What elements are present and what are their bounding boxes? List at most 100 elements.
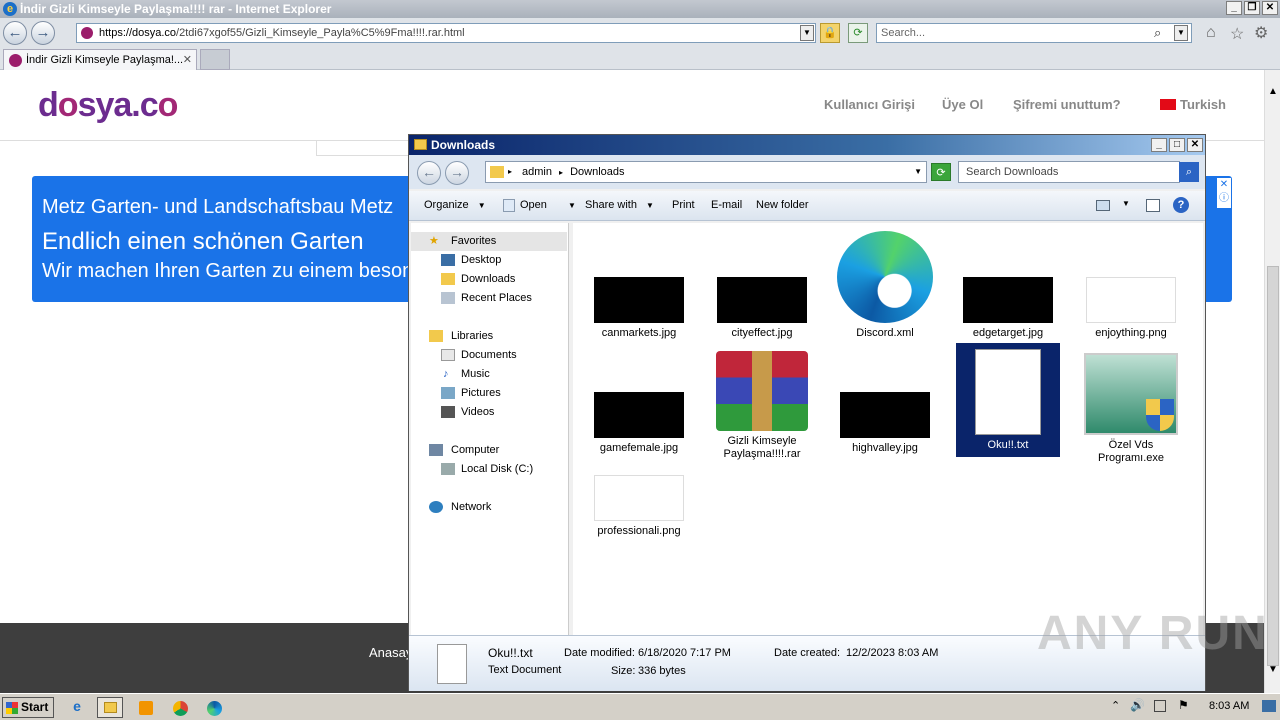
nav-recent-places[interactable]: Recent Places <box>411 289 567 308</box>
tray-expand-icon[interactable]: ⌃ <box>1111 699 1120 712</box>
file-item[interactable]: edgetarget.jpg <box>956 277 1060 340</box>
nav-computer[interactable]: Computer <box>411 441 567 460</box>
details-modified-value: 6/18/2020 7:17 PM <box>638 647 731 659</box>
file-item[interactable]: professionali.png <box>587 475 691 538</box>
address-bar[interactable]: https://dosya.co/2tdi67xgof55/Gizli_Kims… <box>76 23 816 43</box>
close-tab-icon[interactable]: ✕ <box>183 50 192 70</box>
tab-dosya[interactable]: İndir Gizli Kimseyle Paylaşma!... ✕ <box>3 49 197 70</box>
ad-line-1: Metz Garten- und Landschaftsbau Metz <box>42 196 394 218</box>
scroll-up-icon[interactable]: ▲ <box>1268 86 1278 97</box>
explorer-search-icon[interactable]: ⌕ <box>1179 162 1199 182</box>
address-dropdown-icon[interactable]: ▼ <box>800 25 814 41</box>
text-document-icon <box>975 349 1041 435</box>
taskbar-ie-icon[interactable]: e <box>64 697 90 718</box>
preview-pane-icon[interactable] <box>1146 199 1160 212</box>
login-link[interactable]: Kullanıcı Girişi <box>824 97 915 112</box>
nav-documents[interactable]: Documents <box>411 346 567 365</box>
breadcrumb-admin[interactable]: admin <box>522 166 552 178</box>
organize-menu[interactable]: Organize ▼ <box>424 199 486 211</box>
action-center-flag-icon[interactable]: ⚑ <box>1178 698 1189 712</box>
file-item[interactable]: Gizli Kimseyle Paylaşma!!!!.rar <box>710 351 814 461</box>
explorer-search-input[interactable]: Search Downloads ⌕ <box>958 161 1199 183</box>
minimize-button[interactable]: _ <box>1226 1 1242 15</box>
nav-downloads[interactable]: Downloads <box>411 270 567 289</box>
file-item[interactable]: enjoything.png <box>1079 277 1183 340</box>
ie-search-input[interactable]: Search... <box>876 23 1192 43</box>
explorer-maximize-button[interactable]: □ <box>1169 138 1185 152</box>
search-dropdown-icon[interactable]: ▼ <box>1174 25 1188 41</box>
view-dropdown-icon[interactable]: ▼ <box>1122 199 1130 208</box>
gear-icon[interactable]: ⚙ <box>1254 23 1268 43</box>
nav-local-disk[interactable]: Local Disk (C:) <box>411 460 567 479</box>
nav-music[interactable]: ♪ Music <box>411 365 567 384</box>
nav-libraries[interactable]: Libraries <box>411 327 567 346</box>
home-icon[interactable]: ⌂ <box>1206 24 1216 42</box>
favorites-star-icon[interactable]: ☆ <box>1230 24 1244 44</box>
explorer-minimize-button[interactable]: _ <box>1151 138 1167 152</box>
clock[interactable]: 8:03 AM <box>1209 700 1249 712</box>
file-item[interactable]: cityeffect.jpg <box>710 277 814 340</box>
file-name: edgetarget.jpg <box>972 327 1044 339</box>
breadcrumb-downloads[interactable]: Downloads <box>570 166 624 178</box>
search-icon[interactable]: ⌕ <box>1154 25 1161 41</box>
open-button[interactable]: Open ▼ <box>520 199 576 211</box>
share-with-menu[interactable]: Share with ▼ <box>585 199 654 211</box>
taskbar-chrome-icon[interactable] <box>167 697 193 718</box>
taskbar-edge-icon[interactable] <box>201 697 227 718</box>
lock-icon[interactable]: 🔒 <box>820 23 840 43</box>
downloads-icon <box>441 273 455 285</box>
help-icon[interactable]: ? <box>1173 197 1189 213</box>
back-button[interactable]: ← <box>3 21 27 45</box>
disk-icon <box>441 463 455 475</box>
network-tray-icon[interactable] <box>1154 700 1166 712</box>
dosya-logo[interactable]: dosya.co <box>38 86 178 125</box>
close-button[interactable]: ✕ <box>1262 1 1278 15</box>
taskbar-media-player-icon[interactable] <box>133 697 159 718</box>
new-tab-button[interactable] <box>200 49 230 70</box>
window-title: İndir Gizli Kimseyle Paylaşma!!!! rar - … <box>20 2 332 16</box>
nav-desktop[interactable]: Desktop <box>411 251 567 270</box>
file-item[interactable]: Discord.xml <box>833 231 937 340</box>
refresh-icon[interactable]: ⟳ <box>848 23 868 43</box>
nav-pictures[interactable]: Pictures <box>411 384 567 403</box>
explorer-breadcrumb[interactable]: ▸ admin ▸ Downloads ▼ <box>485 161 927 183</box>
file-item[interactable]: highvalley.jpg <box>833 392 937 455</box>
nav-favorites[interactable]: ★ Favorites <box>411 232 567 251</box>
nav-videos[interactable]: Videos <box>411 403 567 422</box>
breadcrumb-chevron-icon[interactable]: ▸ <box>508 162 512 182</box>
breadcrumb-chevron-icon[interactable]: ▸ <box>559 168 563 177</box>
forward-button[interactable]: → <box>31 21 55 45</box>
file-item-selected[interactable]: Oku!!.txt <box>956 343 1060 457</box>
show-desktop-icon[interactable] <box>1262 700 1276 712</box>
file-item[interactable]: Özel Vds Programı.exe <box>1079 353 1183 465</box>
volume-icon[interactable]: 🔊 <box>1130 698 1145 712</box>
change-view-icon[interactable] <box>1096 200 1110 211</box>
explorer-refresh-icon[interactable]: ⟳ <box>931 163 951 181</box>
file-item[interactable]: gamefemale.jpg <box>587 392 691 455</box>
explorer-close-button[interactable]: ✕ <box>1187 138 1203 152</box>
print-button[interactable]: Print <box>672 199 695 211</box>
taskbar-explorer-icon[interactable] <box>97 697 123 718</box>
file-name: Oku!!.txt <box>987 439 1029 451</box>
nav-network[interactable]: Network <box>411 498 567 517</box>
page-scrollbar[interactable]: ▲ ▼ <box>1264 70 1280 693</box>
image-thumbnail <box>717 277 807 323</box>
file-name: enjoything.png <box>1095 327 1167 339</box>
start-button[interactable]: Start <box>2 697 54 718</box>
file-item[interactable]: canmarkets.jpg <box>587 277 691 340</box>
new-folder-button[interactable]: New folder <box>756 199 809 211</box>
url-path: /2tdi67xgof55/Gizli_Kimseyle_Payla%C5%9F… <box>176 27 465 39</box>
details-created-value: 12/2/2023 8:03 AM <box>846 647 939 659</box>
restore-button[interactable]: ❐ <box>1244 1 1260 15</box>
scroll-down-icon[interactable]: ▼ <box>1268 664 1278 675</box>
breadcrumb-dropdown-icon[interactable]: ▼ <box>914 162 922 182</box>
forgot-password-link[interactable]: Şifremi unuttum? <box>1013 97 1121 112</box>
email-button[interactable]: E-mail <box>711 199 742 211</box>
language-link[interactable]: Turkish <box>1180 97 1226 112</box>
ad-choices-icon[interactable]: ✕ ⓘ <box>1217 178 1231 208</box>
search-field-edge[interactable] <box>316 140 412 156</box>
register-link[interactable]: Üye Ol <box>942 97 983 112</box>
file-name: Discord.xml <box>856 327 914 339</box>
explorer-forward-button[interactable]: → <box>445 161 469 185</box>
explorer-back-button[interactable]: ← <box>417 161 441 185</box>
